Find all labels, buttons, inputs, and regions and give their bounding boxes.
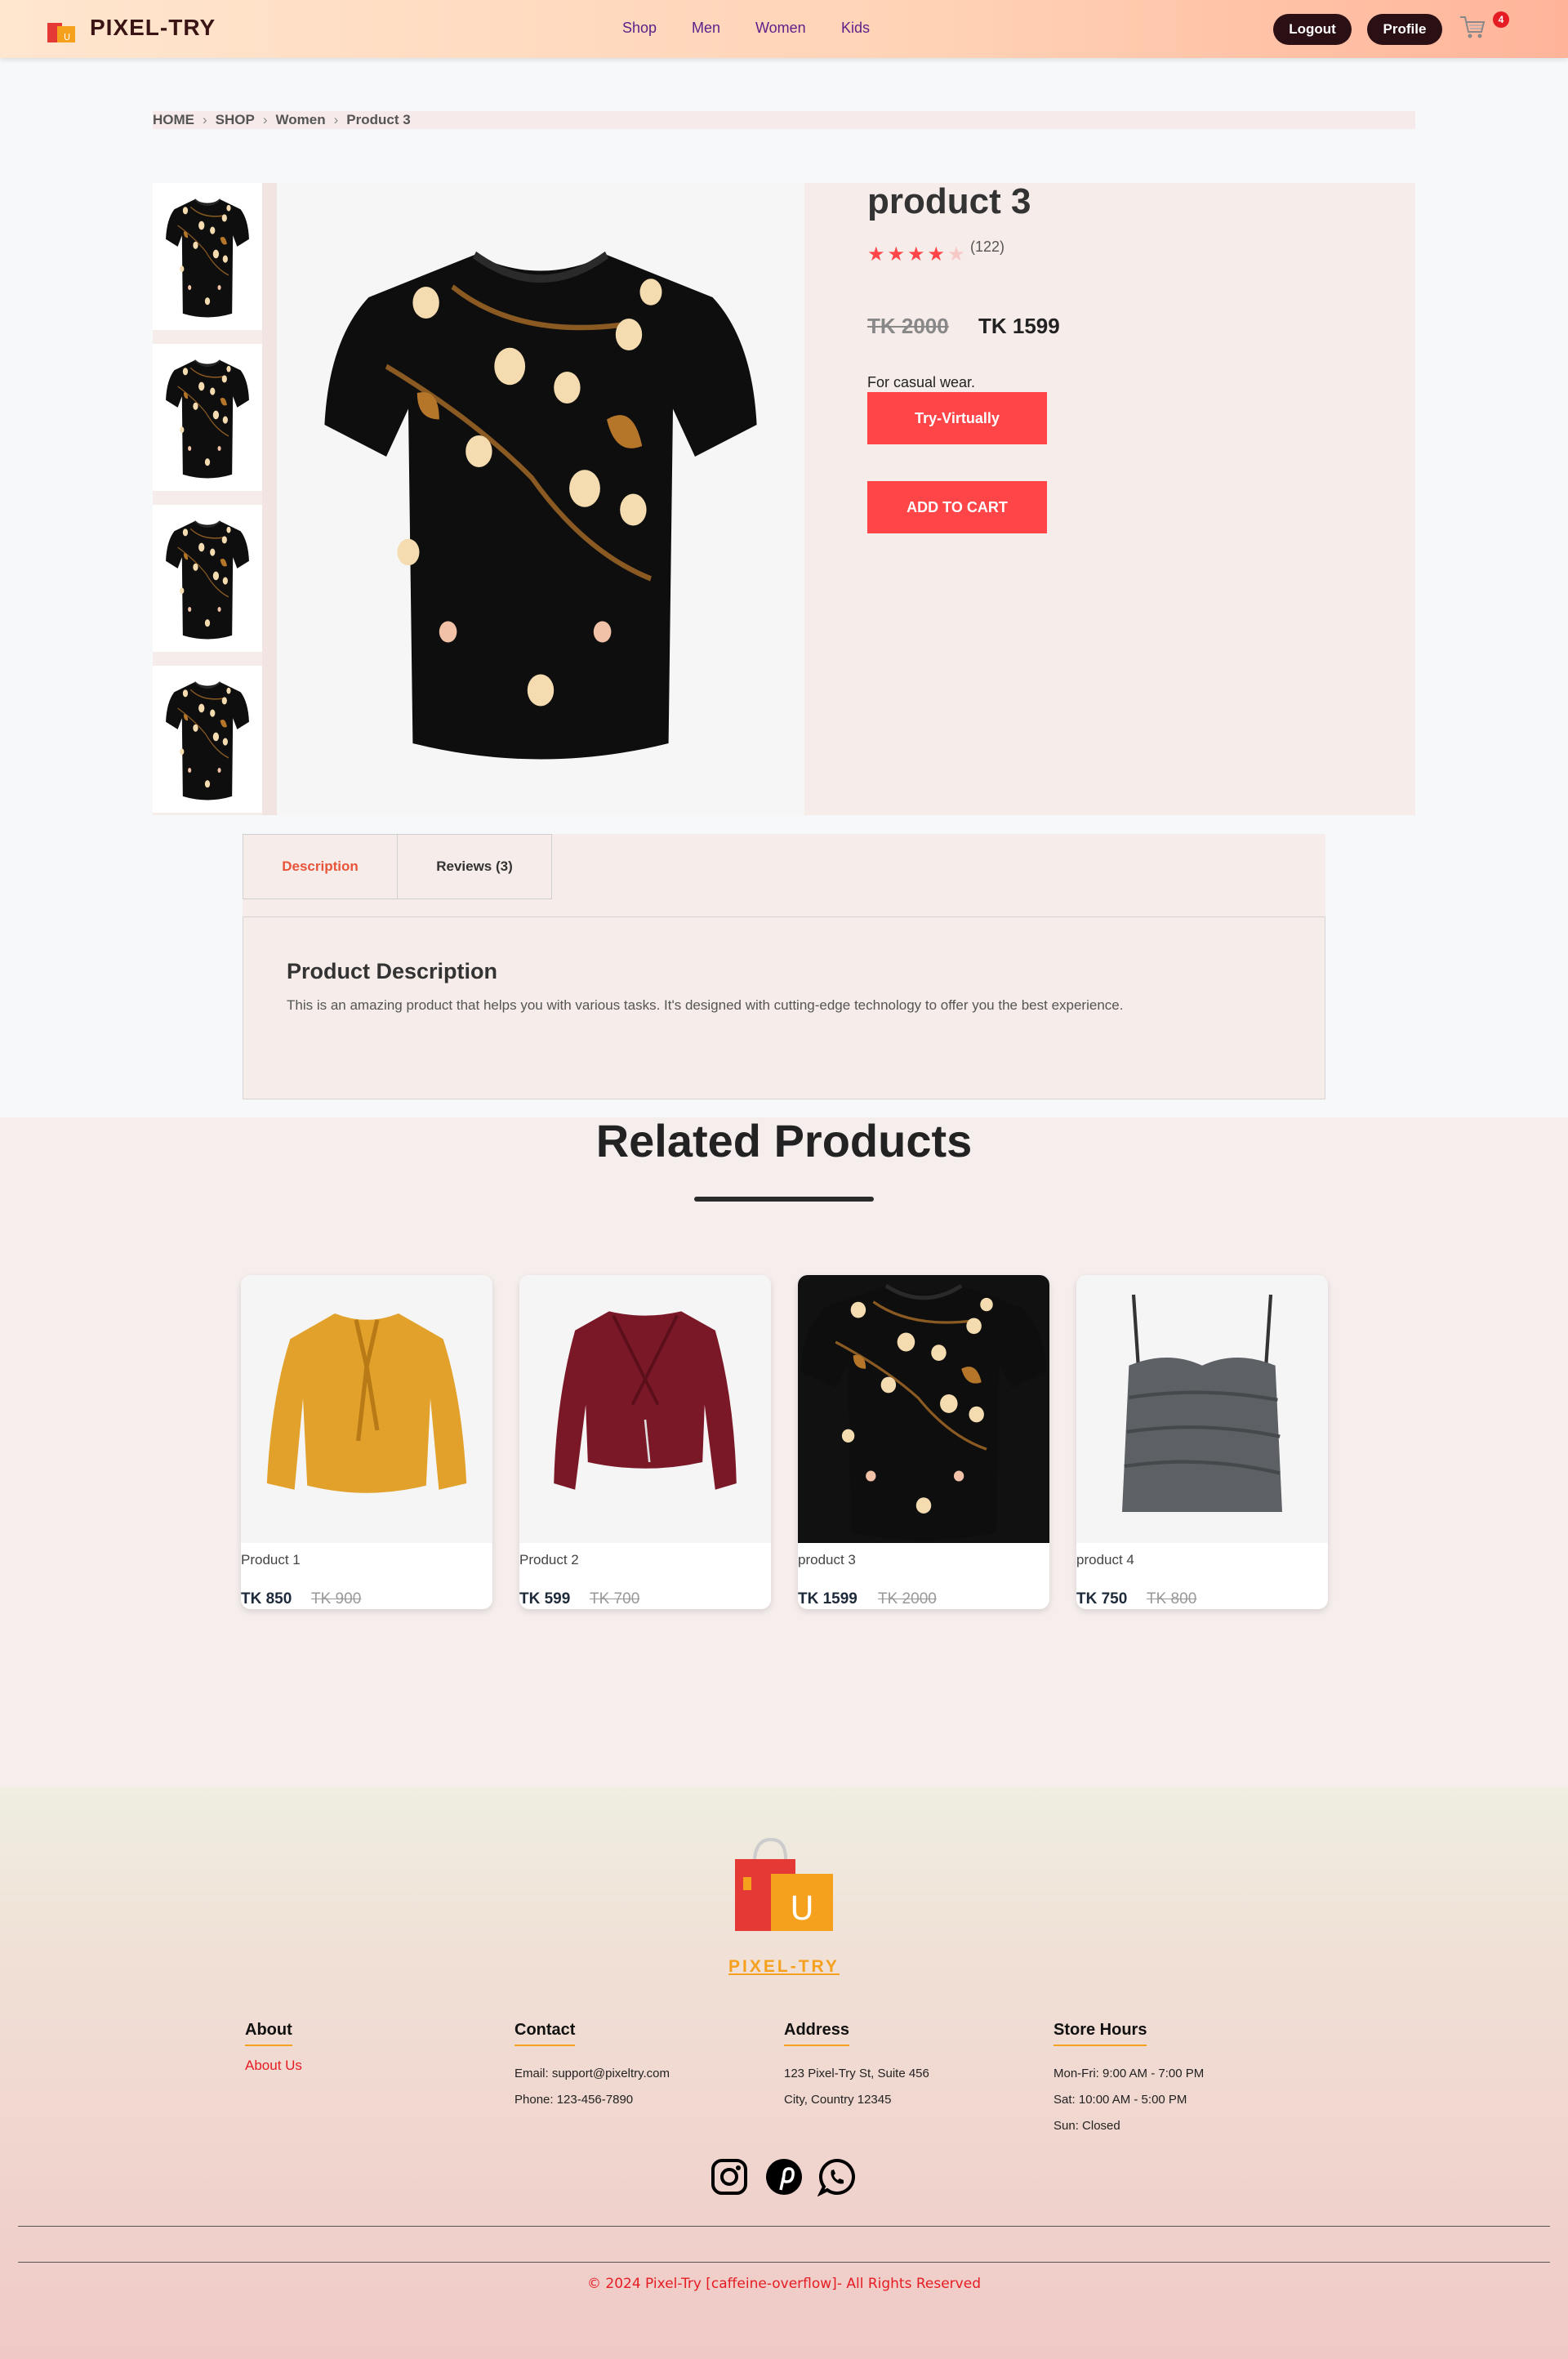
product-card[interactable]: Product 2 TK 599 TK 700 <box>519 1275 771 1609</box>
chevron-right-icon: › <box>262 112 268 127</box>
blouse-image <box>266 1313 467 1493</box>
hours-sunday: Sun: Closed <box>1054 2119 1120 2133</box>
address-line-1: 123 Pixel-Try St, Suite 456 <box>784 2067 929 2080</box>
address-line-2: City, Country 12345 <box>784 2093 892 2107</box>
product-name[interactable]: Product 2 <box>519 1552 579 1568</box>
product-old-price: TK 900 <box>311 1590 362 1608</box>
footer-divider <box>18 2226 1550 2227</box>
hours-weekday: Mon-Fri: 9:00 AM - 7:00 PM <box>1054 2067 1205 2080</box>
product-name[interactable]: product 3 <box>798 1552 856 1568</box>
breadcrumb-women[interactable]: Women <box>276 112 326 128</box>
contact-email[interactable]: Email: support@pixeltry.com <box>514 2067 670 2080</box>
pinterest-icon[interactable] <box>764 2157 804 2196</box>
cart-icon[interactable] <box>1459 14 1486 40</box>
whatsapp-icon[interactable] <box>817 2157 857 2196</box>
footer-address-heading: Address <box>784 2021 850 2046</box>
tab-description[interactable]: Description <box>243 834 398 899</box>
chevron-right-icon: › <box>203 112 207 127</box>
footer-about-heading: About <box>245 2021 292 2046</box>
cart-count-badge: 4 <box>1493 11 1509 28</box>
product-image[interactable] <box>519 1275 771 1543</box>
thumbnail-2[interactable] <box>153 344 262 491</box>
footer-logo-letter: U <box>790 1890 813 1928</box>
product-card[interactable]: product 3 TK 1599 TK 2000 <box>798 1275 1049 1609</box>
related-products-section <box>0 1117 1568 1787</box>
svg-text:U: U <box>64 32 70 42</box>
thumbnail-1[interactable] <box>153 183 262 330</box>
corset-top-image <box>1122 1294 1282 1512</box>
product-price: TK 850 <box>241 1590 292 1608</box>
product-name[interactable]: product 4 <box>1076 1552 1134 1568</box>
product-old-price: TK 700 <box>590 1590 640 1608</box>
try-virtually-button[interactable]: Try-Virtually <box>867 392 1047 444</box>
product-old-price: TK 800 <box>1147 1590 1197 1608</box>
shirt-image <box>165 680 250 801</box>
top-navbar: U PIXEL-TRY Shop Men Women Kids Logout P… <box>0 0 1568 58</box>
footer-brand-wrap: PIXEL-TRY <box>0 1957 1568 1977</box>
product-old-price: TK 2000 <box>878 1590 937 1608</box>
hours-saturday: Sat: 10:00 AM - 5:00 PM <box>1054 2093 1187 2107</box>
footer-divider <box>18 2262 1550 2263</box>
footer-contact-heading: Contact <box>514 2021 576 2046</box>
star-filled-icon: ★ <box>867 243 885 265</box>
product-name[interactable]: Product 1 <box>241 1552 301 1568</box>
star-empty-icon: ★ <box>947 243 965 265</box>
shopping-bags-logo-icon: U <box>735 1837 833 1931</box>
review-count[interactable]: (122) <box>970 239 1004 256</box>
star-filled-icon: ★ <box>907 243 925 265</box>
nav-kids[interactable]: Kids <box>841 20 870 37</box>
heading-underline <box>694 1197 874 1202</box>
tab-reviews[interactable]: Reviews (3) <box>397 834 552 899</box>
product-price: TK 1599 <box>798 1590 858 1608</box>
footer-hours-heading: Store Hours <box>1054 2021 1147 2046</box>
star-filled-icon: ★ <box>927 243 946 265</box>
star-filled-icon: ★ <box>887 243 906 265</box>
star-rating: ★ ★ ★ ★ ★ <box>867 245 965 265</box>
product-image[interactable] <box>1076 1275 1328 1543</box>
shirt-image <box>320 234 761 765</box>
contact-phone[interactable]: Phone: 123-456-7890 <box>514 2093 633 2107</box>
footer-brand[interactable]: PIXEL-TRY <box>728 1957 840 1976</box>
product-image[interactable] <box>798 1275 1049 1543</box>
shirt-image <box>165 359 250 479</box>
product-card[interactable]: Product 1 TK 850 TK 900 <box>241 1275 492 1609</box>
chevron-right-icon: › <box>333 112 339 127</box>
brand-name[interactable]: PIXEL-TRY <box>90 15 216 41</box>
breadcrumb-current: Product 3 <box>346 112 411 127</box>
main-product-image[interactable] <box>277 183 804 815</box>
product-title: product 3 <box>867 181 1031 221</box>
profile-button[interactable]: Profile <box>1367 14 1442 45</box>
logout-button[interactable]: Logout <box>1273 14 1352 45</box>
shirt-image <box>165 520 250 640</box>
related-products-heading: Related Products <box>595 1115 973 1166</box>
breadcrumb: HOME › SHOP › Women › Product 3 <box>153 111 1415 129</box>
thumbnail-scrollbar[interactable] <box>262 183 277 815</box>
product-price: TK 750 <box>1076 1590 1128 1608</box>
add-to-cart-button[interactable]: ADD TO CART <box>867 481 1047 533</box>
product-card[interactable]: product 4 TK 750 TK 800 <box>1076 1275 1328 1609</box>
nav-men[interactable]: Men <box>692 20 720 37</box>
product-price: TK 599 <box>519 1590 571 1608</box>
nav-shop[interactable]: Shop <box>622 20 657 37</box>
shopping-bag-logo-icon[interactable]: U <box>46 18 78 44</box>
copyright-text: © 2024 Pixel-Try [caffeine-overflow]- Al… <box>586 2276 981 2292</box>
breadcrumb-shop[interactable]: SHOP <box>216 112 255 128</box>
wrap-top-image <box>554 1311 737 1490</box>
thumbnail-4[interactable] <box>153 666 262 813</box>
about-us-link[interactable]: About Us <box>245 2058 302 2074</box>
shirt-image <box>798 1275 1049 1543</box>
shirt-image <box>165 198 250 319</box>
thumbnail-3[interactable] <box>153 505 262 652</box>
instagram-icon[interactable] <box>710 2157 749 2196</box>
nav-women[interactable]: Women <box>755 20 806 37</box>
description-text: This is an amazing product that helps yo… <box>287 997 1124 1013</box>
original-price: TK 2000 <box>867 314 949 338</box>
description-heading: Product Description <box>287 959 498 983</box>
sale-price: TK 1599 <box>978 314 1060 338</box>
product-image[interactable] <box>241 1275 492 1543</box>
breadcrumb-home[interactable]: HOME <box>153 112 194 128</box>
short-description: For casual wear. <box>867 374 976 390</box>
